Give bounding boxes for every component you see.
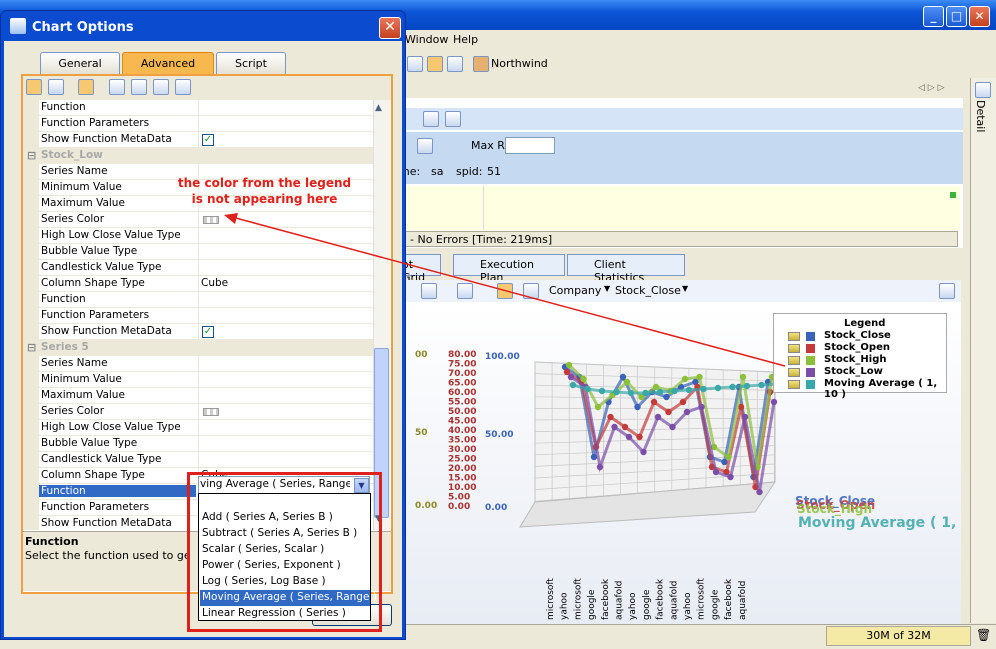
annotation-arrow (224, 213, 786, 367)
